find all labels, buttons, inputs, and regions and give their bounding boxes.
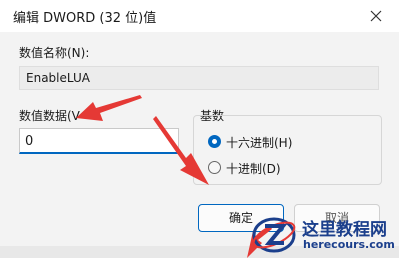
watermark-url: herecours.com (303, 238, 395, 251)
value-data-input[interactable]: 0 (19, 128, 179, 154)
value-data-label: 数值数据(V (19, 109, 80, 123)
value-name-field[interactable]: EnableLUA (19, 66, 379, 90)
radio-hexadecimal[interactable]: 十六进制(H) (208, 134, 348, 150)
value-name-text: EnableLUA (26, 71, 90, 85)
watermark-title: 这里教程网 (302, 220, 387, 240)
radio-decimal-label: 十进制(D) (226, 162, 281, 176)
watermark-logo (252, 217, 296, 253)
value-name-label: 数值名称(N): (19, 46, 90, 60)
radio-unselected-indicator (208, 161, 221, 174)
edit-dword-dialog: 编辑 DWORD (32 位)值 数值名称(N): EnableLUA 数值数据… (0, 0, 399, 258)
radio-selected-indicator (208, 135, 221, 148)
radio-hexadecimal-label: 十六进制(H) (226, 136, 293, 150)
radio-decimal[interactable]: 十进制(D) (208, 160, 348, 176)
close-icon (370, 10, 382, 22)
dialog-title: 编辑 DWORD (32 位)值 (13, 11, 157, 26)
close-button[interactable] (353, 0, 399, 32)
title-bar: 编辑 DWORD (32 位)值 (0, 0, 399, 32)
value-data-text: 0 (25, 134, 34, 149)
arrow-to-value-data (76, 95, 142, 121)
